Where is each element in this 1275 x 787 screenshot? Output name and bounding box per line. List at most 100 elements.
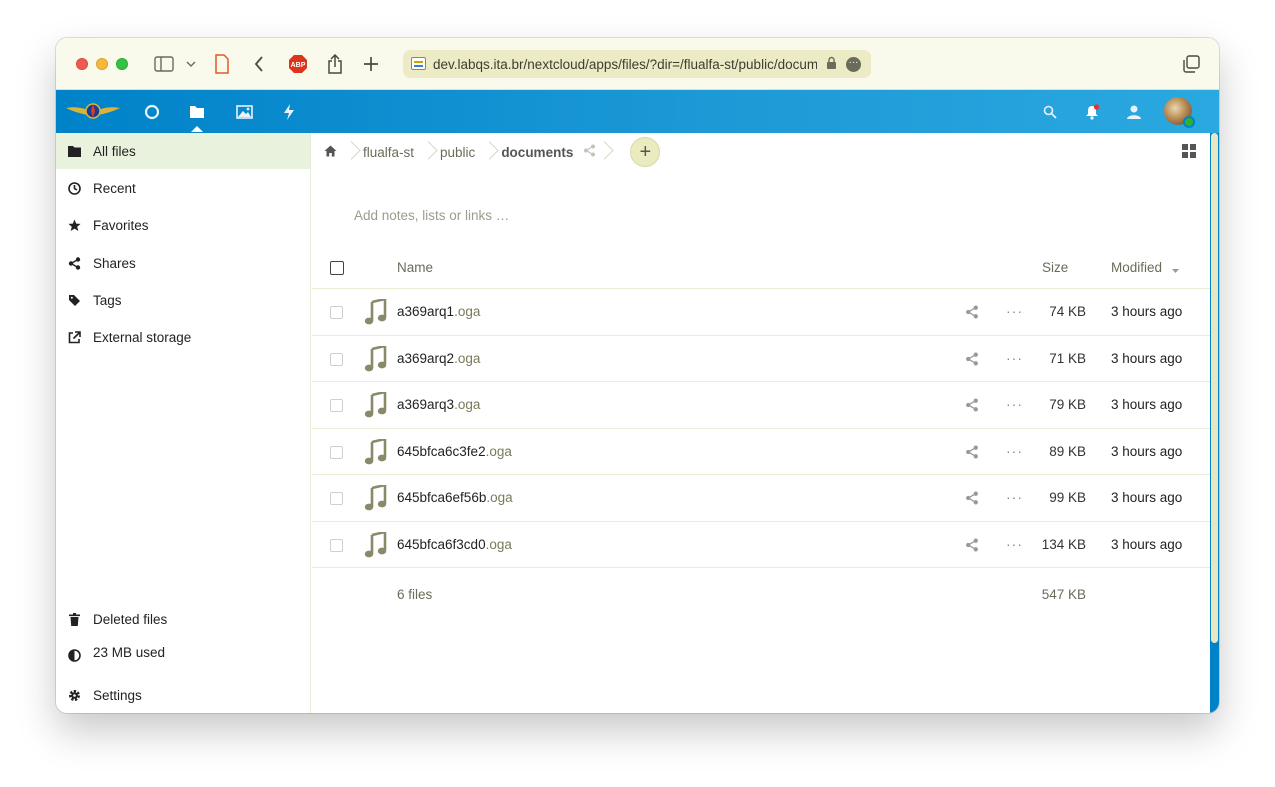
breadcrumb-item[interactable]: flualfa-st [363,133,440,171]
file-list-header: Name Size Modified [312,245,1210,289]
sidebar-item-settings[interactable]: Settings [56,677,310,713]
share-icon[interactable] [965,445,979,459]
rich-workspace-placeholder[interactable]: Add notes, lists or links … [354,208,509,223]
pie-chart-icon [56,648,92,662]
new-file-button[interactable]: + [630,137,661,167]
more-actions-icon[interactable]: ··· [1006,350,1023,366]
share-icon[interactable] [583,144,596,160]
share-icon[interactable] [965,305,979,319]
share-icon[interactable] [965,538,979,552]
row-checkbox[interactable] [330,399,343,412]
user-avatar[interactable] [1164,97,1195,128]
breadcrumb-separator [598,141,608,163]
breadcrumb: flualfa-st public documents + [312,133,1210,171]
photos-icon[interactable] [234,102,254,122]
sidebar-item-label: Settings [93,687,142,703]
audio-file-icon [364,436,388,465]
breadcrumb-separator [345,141,355,163]
browser-window: ABP dev.labqs.ita.br/nextcloud/apps/file… [56,38,1219,713]
minimize-window-button[interactable] [96,58,108,70]
sidebar-item-external-storage[interactable]: External storage [56,319,310,355]
sidebar-toggle-icon[interactable] [153,52,175,76]
column-header-name[interactable]: Name [397,260,433,275]
table-row[interactable]: 645bfca6c3fe2.oga ··· 89 KB 3 hours ago [312,429,1210,475]
file-name[interactable]: a369arq2.oga [397,351,480,366]
sidebar-item-tags[interactable]: Tags [56,282,310,318]
scrollbar-thumb[interactable] [1211,133,1218,643]
row-checkbox[interactable] [330,352,343,366]
zoom-window-button[interactable] [116,58,128,70]
breadcrumb-item-current[interactable]: documents [501,133,616,171]
search-icon[interactable] [1039,101,1061,123]
breadcrumb-home[interactable] [312,133,363,171]
row-checkbox[interactable] [330,306,343,319]
file-name[interactable]: 645bfca6ef56b.oga [397,490,513,505]
sidebar-item-all-files[interactable]: All files [56,133,310,169]
audio-file-icon [364,297,388,325]
breadcrumb-separator [422,141,432,163]
share-icon[interactable] [965,398,979,412]
table-row[interactable]: a369arq3.oga ··· 79 KB 3 hours ago [312,382,1210,429]
more-actions-icon[interactable]: ··· [1006,489,1023,505]
sidebar-item-shares[interactable]: Shares [56,245,310,281]
file-basename: a369arq1 [397,304,455,319]
new-tab-icon[interactable] [362,52,380,76]
column-header-size[interactable]: Size [1042,260,1068,275]
tab-overview-icon[interactable] [1180,52,1202,76]
sidebar-item-label: All files [93,143,136,159]
column-header-modified[interactable]: Modified [1111,260,1179,276]
page-icon[interactable] [213,52,231,76]
sidebar-item-favorites[interactable]: Favorites [56,207,310,243]
folder-icon [56,145,92,157]
logo-icon[interactable] [66,98,120,124]
sidebar-item-recent[interactable]: Recent [56,170,310,206]
close-window-button[interactable] [76,58,88,70]
clock-icon [56,181,92,195]
row-checkbox[interactable] [330,538,343,552]
notifications-icon[interactable] [1081,101,1103,123]
row-checkbox[interactable] [330,445,343,459]
file-name[interactable]: a369arq3.oga [397,397,480,412]
grid-view-icon[interactable] [1182,144,1196,158]
contacts-icon[interactable] [1123,101,1145,123]
scrollbar[interactable] [1210,133,1219,713]
dashboard-icon[interactable] [142,102,162,122]
file-extension: .oga [454,397,481,412]
more-actions-icon[interactable]: ··· [1006,536,1023,552]
activity-icon[interactable] [279,102,299,122]
file-extension: .oga [485,443,512,459]
abp-label: ABP [291,62,306,69]
breadcrumb-item[interactable]: public [440,133,501,171]
chevron-down-icon[interactable] [184,52,198,76]
file-basename: 645bfca6f3cd0 [397,536,486,552]
select-all-checkbox[interactable] [330,261,344,275]
table-row[interactable]: a369arq1.oga ··· 74 KB 3 hours ago [312,289,1210,336]
file-name[interactable]: 645bfca6c3fe2.oga [397,444,512,459]
files-icon[interactable] [187,102,207,122]
file-extension: .oga [454,350,481,366]
quota-text: 23 MB used [93,644,166,660]
file-extension: .oga [486,490,513,505]
table-row[interactable]: 645bfca6f3cd0.oga ··· 134 KB 3 hours ago [312,522,1210,568]
file-name[interactable]: a369arq1.oga [397,304,480,319]
row-checkbox[interactable] [330,492,343,505]
file-modified: 3 hours ago [1111,304,1183,319]
share-icon[interactable] [965,352,979,366]
file-name[interactable]: 645bfca6f3cd0.oga [397,537,512,552]
more-actions-icon[interactable]: ··· [1006,303,1023,319]
sidebar-item-deleted-files[interactable]: Deleted files [56,601,310,637]
table-row[interactable]: 645bfca6ef56b.oga ··· 99 KB 3 hours ago [312,475,1210,522]
back-icon[interactable] [251,52,267,76]
breadcrumb-separator [483,141,493,163]
share-icon[interactable] [965,491,979,505]
more-actions-icon[interactable]: ··· [1006,396,1023,412]
app-navigation: All files Recent Favorites Shares Tags E… [56,133,311,713]
external-link-icon [56,330,92,344]
table-row[interactable]: a369arq2.oga ··· 71 KB 3 hours ago [312,336,1210,382]
sidebar-item-label: External storage [93,329,192,345]
address-bar[interactable]: dev.labqs.ita.br/nextcloud/apps/files/?d… [403,50,871,78]
share-sheet-icon[interactable] [326,52,344,76]
more-actions-icon[interactable]: ··· [1006,443,1023,459]
page-menu-icon[interactable]: ··· [846,57,861,72]
adblock-icon[interactable]: ABP [288,52,308,76]
